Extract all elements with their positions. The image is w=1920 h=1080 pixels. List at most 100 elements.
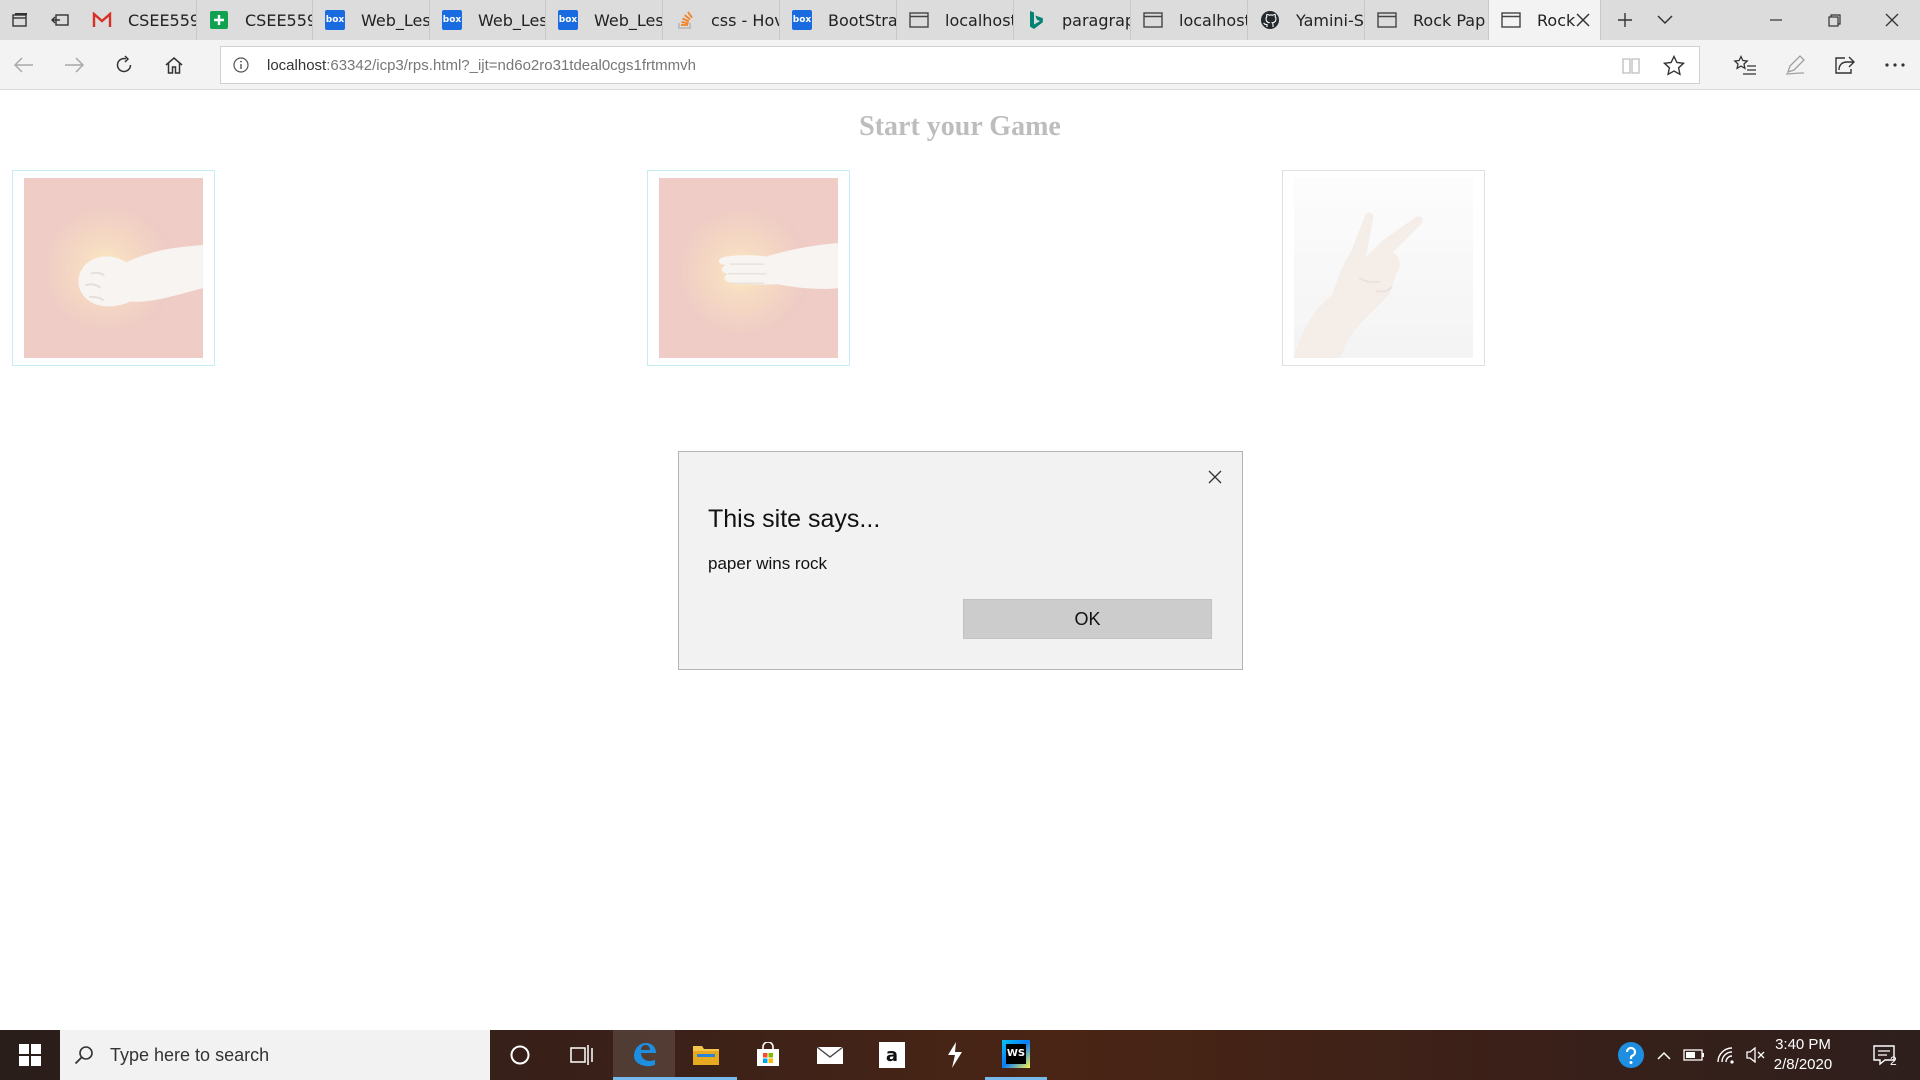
back-arrow-icon[interactable]: [4, 45, 44, 85]
sheets-plus-icon: [209, 10, 229, 30]
tab-label: Rock: [1537, 10, 1576, 30]
address-bar[interactable]: localhost:63342/icp3/rps.html?_ijt=nd6o2…: [220, 46, 1700, 84]
restore-icon[interactable]: [1806, 0, 1862, 40]
file-explorer-icon[interactable]: [675, 1030, 737, 1080]
favorites-hub-icon[interactable]: [1725, 45, 1765, 85]
share-icon[interactable]: [1825, 45, 1865, 85]
page-icon: [1377, 10, 1397, 30]
show-hidden-icons-chevron[interactable]: [1652, 1030, 1676, 1080]
system-clock[interactable]: 3:40 PM 2/8/2020: [1768, 1035, 1838, 1075]
tab-box-1[interactable]: box Web_Les: [313, 0, 430, 40]
github-icon: [1260, 10, 1280, 30]
tab-box-3[interactable]: box Web_Les: [546, 0, 663, 40]
box-icon-text: box: [558, 10, 578, 30]
amazon-icon[interactable]: a: [861, 1030, 923, 1080]
amazon-glyph: a: [879, 1042, 905, 1068]
url-path: :63342/icp3/rps.html?_ijt=nd6o2ro31tdeal…: [326, 56, 697, 74]
webstorm-glyph: WS: [1006, 1043, 1026, 1064]
page-content: Start your Game This site says... paper …: [0, 91, 1920, 1030]
web-note-pen-icon[interactable]: [1775, 45, 1815, 85]
url-host: localhost: [267, 56, 327, 74]
visual-studio-code-icon[interactable]: [923, 1030, 985, 1080]
bing-icon: [1026, 10, 1046, 30]
tab-sheets[interactable]: CSEE559: [197, 0, 313, 40]
refresh-icon[interactable]: [104, 45, 144, 85]
box-icon: box: [442, 10, 462, 30]
tab-rock-paper[interactable]: Rock Pap: [1365, 0, 1489, 40]
tab-label: localhost: [945, 10, 1014, 30]
tab-bootstrap[interactable]: box BootStra|: [780, 0, 897, 40]
tab-github[interactable]: Yamini-S: [1248, 0, 1365, 40]
tab-label: css - Hov: [711, 10, 780, 30]
forward-arrow-icon[interactable]: [54, 45, 94, 85]
set-tabs-aside-icon[interactable]: [40, 0, 80, 40]
volume-muted-icon[interactable]: [1742, 1030, 1768, 1080]
clock-time: 3:40 PM: [1775, 1036, 1831, 1053]
stackoverflow-icon: [675, 10, 695, 30]
dialog-close-icon[interactable]: [1200, 462, 1230, 492]
tab-previews-chevron-icon[interactable]: [1645, 0, 1685, 40]
mail-icon[interactable]: [799, 1030, 861, 1080]
tab-label: CSEE559: [245, 10, 313, 30]
dialog-title: This site says...: [708, 505, 881, 533]
windows-start-icon[interactable]: [0, 1030, 60, 1080]
tab-label: localhost: [1179, 10, 1248, 30]
tab-rock-active[interactable]: Rock: [1489, 0, 1601, 40]
action-center-icon[interactable]: 2: [1862, 1030, 1906, 1080]
wifi-icon[interactable]: [1712, 1030, 1740, 1080]
tab-box-2[interactable]: box Web_Les: [430, 0, 546, 40]
cortana-icon[interactable]: [489, 1030, 551, 1080]
edge-browser-icon[interactable]: [613, 1030, 675, 1080]
battery-icon[interactable]: [1680, 1030, 1708, 1080]
task-view-icon[interactable]: [551, 1030, 613, 1080]
minimize-icon[interactable]: [1748, 0, 1804, 40]
webstorm-badge: WS: [1002, 1039, 1030, 1068]
tab-localhost-1[interactable]: localhost: [897, 0, 1014, 40]
browser-tab-bar: CSEE559 CSEE559 box Web_Les box Web_Les …: [0, 0, 1920, 40]
tab-label: Web_Les: [594, 10, 663, 30]
tab-bing[interactable]: paragrap: [1014, 0, 1131, 40]
box-icon-text: box: [442, 10, 462, 30]
gmail-icon: [92, 10, 112, 30]
help-icon[interactable]: [1614, 1030, 1648, 1080]
tab-label: Yamini-S: [1296, 10, 1364, 30]
page-icon: [1143, 10, 1163, 30]
tab-gmail[interactable]: CSEE559: [80, 0, 197, 40]
notification-count: 2: [1890, 1054, 1897, 1068]
page-icon: [1501, 10, 1521, 30]
close-tab-icon[interactable]: [1575, 10, 1590, 30]
alert-dialog: This site says... paper wins rock OK: [678, 451, 1243, 670]
webstorm-icon[interactable]: WS: [985, 1030, 1047, 1080]
clock-date: 2/8/2020: [1773, 1056, 1833, 1073]
box-icon: box: [325, 10, 345, 30]
tab-localhost-2[interactable]: localhost: [1131, 0, 1248, 40]
box-icon: box: [792, 10, 812, 30]
dialog-message: paper wins rock: [708, 554, 828, 573]
home-icon[interactable]: [154, 45, 194, 85]
site-info-icon[interactable]: [233, 57, 249, 73]
box-icon-text: box: [792, 10, 812, 30]
microsoft-store-icon[interactable]: [737, 1030, 799, 1080]
box-icon: box: [558, 10, 578, 30]
more-menu-icon[interactable]: [1875, 45, 1915, 85]
taskbar-search-box[interactable]: Type here to search: [60, 1030, 490, 1080]
search-placeholder: Type here to search: [110, 1044, 270, 1065]
tab-label: BootStra|: [828, 10, 897, 30]
ok-button[interactable]: OK: [963, 599, 1212, 639]
windows-taskbar: Type here to search a WS 3:40 PM 2/8/202…: [0, 1030, 1920, 1080]
tab-label: paragrap: [1062, 10, 1131, 30]
favorite-star-icon[interactable]: [1663, 55, 1685, 76]
tab-label: Web_Les: [361, 10, 430, 30]
box-icon-text: box: [325, 10, 345, 30]
tab-manager-icon[interactable]: [0, 0, 40, 40]
search-icon: [74, 1045, 94, 1065]
page-icon: [909, 10, 929, 30]
tab-stackoverflow[interactable]: css - Hov: [663, 0, 780, 40]
tab-label: Rock Pap: [1413, 10, 1486, 30]
close-window-icon[interactable]: [1864, 0, 1920, 40]
new-tab-icon[interactable]: [1605, 0, 1645, 40]
url-text[interactable]: localhost:63342/icp3/rps.html?_ijt=nd6o2…: [267, 57, 696, 74]
browser-nav-bar: localhost:63342/icp3/rps.html?_ijt=nd6o2…: [0, 40, 1920, 90]
tab-label: CSEE559: [128, 10, 197, 30]
reading-view-icon[interactable]: [1621, 57, 1641, 75]
